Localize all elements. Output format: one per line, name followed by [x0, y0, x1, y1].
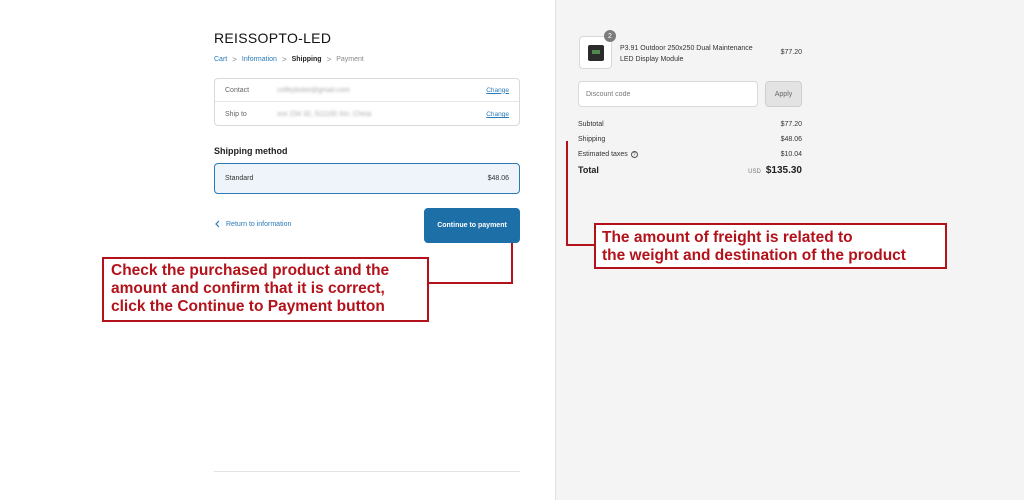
product-name: P3.91 Outdoor 250x250 Dual Maintenance L…: [620, 45, 753, 63]
return-label: Return to information: [226, 220, 292, 228]
shipto-label: Ship to: [225, 111, 247, 118]
shipping-method-price: $48.06: [487, 175, 509, 182]
led-module-image: [588, 45, 604, 61]
annotation-freight-line2: the weight and destination of the produc…: [602, 247, 906, 264]
shipping-method-title: Shipping method: [214, 146, 288, 156]
currency-code: USD: [748, 169, 761, 175]
chevron-right-icon: >: [281, 55, 287, 64]
breadcrumb-payment: Payment: [336, 56, 364, 63]
taxes-row: Estimated taxes ? $10.04: [578, 151, 802, 158]
breadcrumb: Cart > Information > Shipping > Payment: [214, 55, 364, 64]
annotation-line: [566, 244, 595, 246]
shipping-cost-row: Shipping $48.06: [578, 136, 802, 143]
total-row: Total USD $135.30: [578, 165, 802, 176]
product-price: $77.20: [780, 49, 802, 56]
checkout-main-panel: [0, 0, 555, 500]
annotation-line: [566, 141, 568, 245]
chevron-right-icon: >: [326, 55, 332, 64]
contact-row: Contact coffeyboke@gmail.com Change: [215, 79, 519, 102]
shipping-method-name: Standard: [225, 175, 254, 182]
subtotal-row: Subtotal $77.20: [578, 121, 802, 128]
breadcrumb-cart[interactable]: Cart: [214, 56, 227, 63]
discount-code-input[interactable]: [578, 81, 758, 107]
contact-label: Contact: [225, 86, 250, 94]
annotation-freight-line1: The amount of freight is related to: [602, 229, 853, 246]
subtotal-label: Subtotal: [578, 121, 604, 128]
question-icon[interactable]: ?: [630, 151, 638, 158]
chevron-left-icon: [215, 220, 220, 228]
shipping-cost-value: $48.06: [780, 136, 802, 143]
subtotal-value: $77.20: [780, 121, 802, 128]
total-label: Total: [578, 165, 599, 175]
change-shipto-link[interactable]: Change: [486, 111, 509, 118]
breadcrumb-shipping: Shipping: [291, 56, 322, 63]
apply-discount-button[interactable]: Apply: [765, 81, 802, 107]
shipto-row: Ship to xxx 234 32, 511100 Xin, China Ch…: [215, 103, 519, 126]
chevron-right-icon: >: [232, 55, 237, 64]
shipping-cost-label: Shipping: [578, 136, 606, 143]
shipto-value: xxx 234 32, 511100 Xin, China: [277, 111, 372, 118]
return-to-information-link[interactable]: Return to information: [214, 220, 291, 228]
review-info-box: Contact coffeyboke@gmail.com Change Ship…: [214, 78, 520, 126]
footer-divider: [214, 471, 520, 472]
annotation-line: [511, 243, 513, 283]
breadcrumb-information[interactable]: Information: [242, 56, 277, 63]
change-contact-link[interactable]: Change: [486, 87, 509, 94]
annotation-line: [428, 282, 513, 284]
annotation-callout-continue: Check the purchased product and the amou…: [102, 257, 429, 322]
contact-value: coffeyboke@gmail.com: [277, 86, 350, 94]
quantity-badge: 2: [604, 30, 616, 42]
shipping-method-option[interactable]: Standard $48.06: [214, 163, 520, 194]
continue-to-payment-button[interactable]: Continue to payment: [424, 208, 520, 243]
annotation-callout-freight: The amount of freight is related to the …: [594, 223, 947, 269]
taxes-label: Estimated taxes: [578, 151, 628, 158]
total-value: $135.30: [765, 165, 802, 176]
taxes-value: $10.04: [780, 151, 802, 158]
store-name[interactable]: REISSOPTO-LED: [214, 30, 331, 46]
